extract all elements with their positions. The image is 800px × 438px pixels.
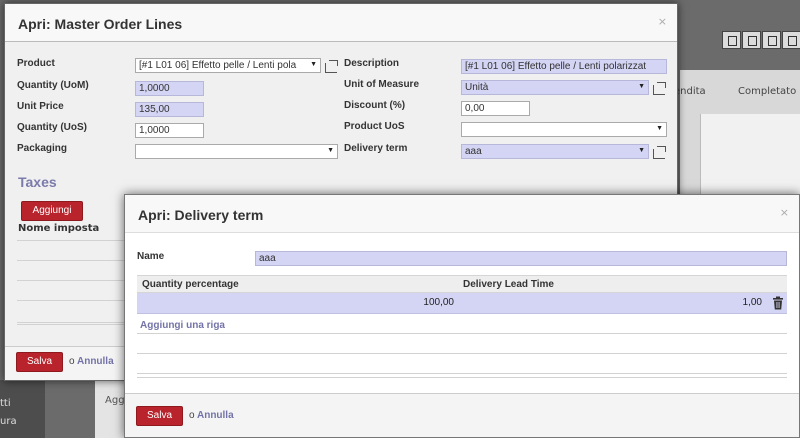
list-view-icon[interactable] xyxy=(722,31,741,49)
graph-view-icon[interactable] xyxy=(782,31,800,49)
unit-price-input[interactable]: 135,00 xyxy=(135,102,204,117)
delivery-term-value: aaa xyxy=(465,146,482,157)
delivery-term-select[interactable]: aaa ▼ xyxy=(461,144,649,159)
unit-price-label: Unit Price xyxy=(17,101,64,112)
divider xyxy=(137,353,787,354)
or-text: o xyxy=(189,410,195,421)
status-bar: endita Completato xyxy=(674,82,800,102)
tax-name-column-header: Nome imposta xyxy=(18,223,100,234)
product-value: [#1 L01 06] Effetto pelle / Lenti pola xyxy=(139,60,297,71)
dialog-footer: Salva o Annulla xyxy=(125,393,799,437)
name-input[interactable]: aaa xyxy=(255,251,787,266)
external-link-icon[interactable] xyxy=(325,60,338,73)
view-switcher xyxy=(722,31,800,49)
lines-table-header: Quantity percentage Delivery Lead Time xyxy=(137,275,787,293)
table-row[interactable]: 100,00 1,00 xyxy=(137,293,787,314)
description-input[interactable]: [#1 L01 06] Effetto pelle / Lenti polari… xyxy=(461,59,667,74)
dialog-header: Apri: Master Order Lines × xyxy=(5,4,677,42)
status-step[interactable]: endita xyxy=(674,86,706,97)
dialog-header: Apri: Delivery term × xyxy=(125,195,799,233)
trash-icon[interactable] xyxy=(772,296,784,310)
product-uos-select[interactable]: ▼ xyxy=(461,122,667,137)
uom-label: Unit of Measure xyxy=(344,79,420,90)
column-header: Quantity percentage xyxy=(142,279,239,290)
discount-label: Discount (%) xyxy=(344,100,406,111)
divider xyxy=(17,240,132,241)
product-select[interactable]: [#1 L01 06] Effetto pelle / Lenti pola ▼ xyxy=(135,58,321,73)
or-text: o xyxy=(69,356,75,367)
external-link-icon[interactable] xyxy=(653,146,666,159)
divider xyxy=(17,260,132,261)
taxes-section-title: Taxes xyxy=(18,174,57,190)
packaging-label: Packaging xyxy=(17,143,68,154)
chevron-down-icon: ▼ xyxy=(638,83,645,90)
quantity-uos-input[interactable]: 1,0000 xyxy=(135,123,204,138)
background-content xyxy=(700,114,800,194)
sidebar xyxy=(0,380,45,438)
chevron-down-icon: ▼ xyxy=(656,125,663,132)
divider xyxy=(137,333,787,334)
divider xyxy=(137,377,787,378)
add-line-link[interactable]: Aggiungi una riga xyxy=(140,320,225,331)
dialog-title: Apri: Master Order Lines xyxy=(18,16,183,32)
quantity-uom-input[interactable]: 1,0000 xyxy=(135,81,204,96)
cancel-label: Annulla xyxy=(76,356,114,367)
background-add-link[interactable]: Agg xyxy=(105,395,125,406)
uom-value: Unità xyxy=(465,82,489,93)
dialog-title: Apri: Delivery term xyxy=(138,207,264,223)
external-link-icon[interactable] xyxy=(653,82,666,95)
chevron-down-icon: ▼ xyxy=(327,147,334,154)
column-header: Delivery Lead Time xyxy=(463,279,554,290)
sidebar-item[interactable]: ura xyxy=(0,416,17,427)
cancel-link[interactable]: o Annulla xyxy=(189,410,234,421)
packaging-select[interactable]: ▼ xyxy=(135,144,338,159)
divider xyxy=(17,300,132,301)
quantity-uos-label: Quantity (UoS) xyxy=(17,122,87,133)
form-view-icon[interactable] xyxy=(742,31,761,49)
cancel-link[interactable]: o Annulla xyxy=(69,356,114,367)
chevron-down-icon: ▼ xyxy=(310,61,317,68)
divider xyxy=(17,324,132,325)
divider xyxy=(17,280,132,281)
add-tax-button[interactable]: Aggiungi xyxy=(21,201,83,221)
divider xyxy=(137,373,787,374)
quantity-percentage-cell[interactable]: 100,00 xyxy=(423,297,454,308)
quantity-uom-label: Quantity (UoM) xyxy=(17,80,89,91)
save-button[interactable]: Salva xyxy=(16,352,63,372)
save-button[interactable]: Salva xyxy=(136,406,183,426)
divider xyxy=(17,322,132,323)
discount-input[interactable]: 0,00 xyxy=(461,101,530,116)
close-icon[interactable]: × xyxy=(780,206,789,219)
calendar-view-icon[interactable] xyxy=(762,31,781,49)
name-label: Name xyxy=(137,251,165,262)
uom-select[interactable]: Unità ▼ xyxy=(461,80,649,95)
sidebar-item[interactable]: tti xyxy=(0,398,11,409)
delivery-term-label: Delivery term xyxy=(344,143,408,154)
cancel-label: Annulla xyxy=(196,410,234,421)
product-uos-label: Product UoS xyxy=(344,121,405,132)
description-label: Description xyxy=(344,58,400,69)
delivery-lead-time-cell[interactable]: 1,00 xyxy=(743,297,762,308)
close-icon[interactable]: × xyxy=(658,15,667,28)
product-label: Product xyxy=(17,58,55,69)
delivery-term-dialog: Apri: Delivery term × Name aaa Quantity … xyxy=(124,194,800,438)
chevron-down-icon: ▼ xyxy=(638,147,645,154)
status-step[interactable]: Completato xyxy=(738,86,796,97)
